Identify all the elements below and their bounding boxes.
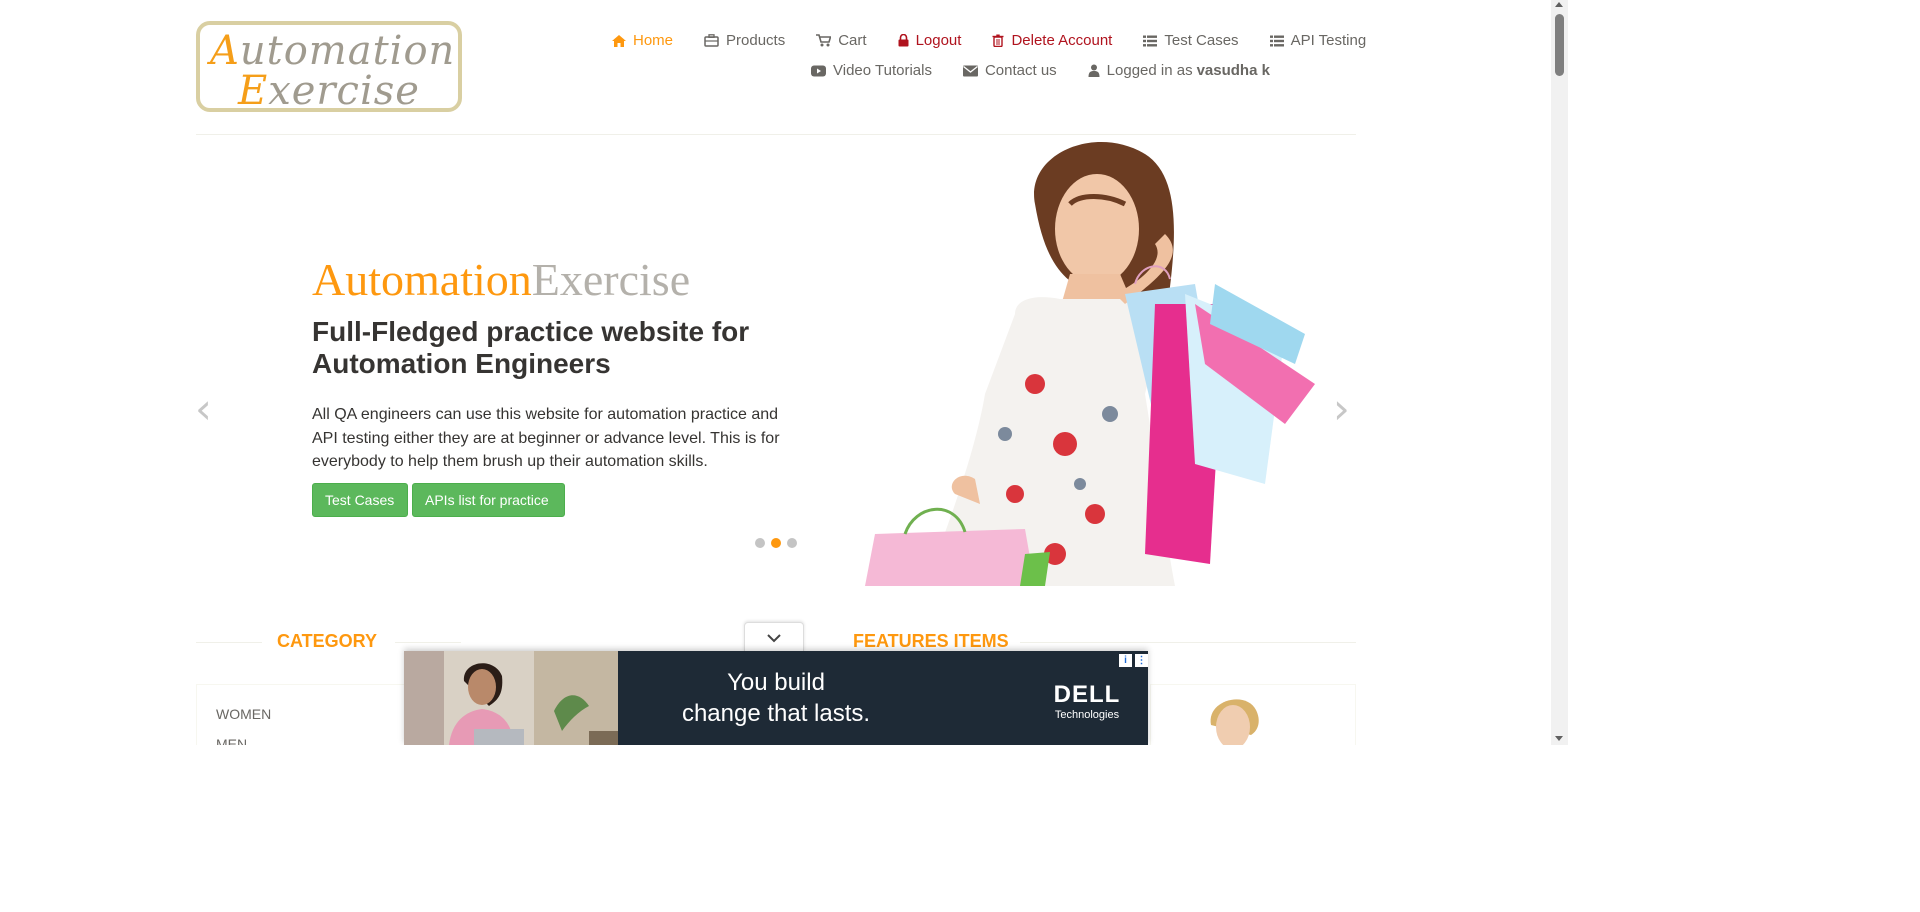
- carousel-dot-1[interactable]: [755, 538, 765, 548]
- ad-brand-logo: DELL Technologies: [1052, 681, 1122, 722]
- page-scrollbar[interactable]: [1551, 0, 1568, 745]
- apis-list-button[interactable]: APIs list for practice: [412, 483, 565, 517]
- nav-logout-label: Logout: [915, 32, 962, 49]
- nav-products[interactable]: Products: [704, 32, 785, 49]
- briefcase-icon: [704, 34, 719, 47]
- carousel-indicators: [755, 538, 797, 548]
- category-title-rule-left: [196, 642, 262, 643]
- hero-brand-title: AutomationExercise: [312, 254, 691, 306]
- nav-video-tutorials-label: Video Tutorials: [833, 62, 932, 79]
- nav-api-testing-label: API Testing: [1290, 32, 1367, 49]
- category-women[interactable]: WOMEN: [216, 706, 271, 722]
- user-icon: [1088, 64, 1100, 77]
- list-icon: [1143, 35, 1158, 47]
- nav-contact-us[interactable]: Contact us: [962, 62, 1057, 79]
- page: Automation Exercise Home Products Cart L…: [0, 0, 1568, 745]
- hero-description: All QA engineers can use this website fo…: [312, 406, 780, 470]
- ad-banner[interactable]: You build change that lasts. DELL Techno…: [404, 651, 1148, 745]
- ad-headline: You build change that lasts.: [618, 667, 934, 729]
- lock-icon: [898, 34, 909, 47]
- list-icon: [1269, 35, 1284, 47]
- envelope-icon: [962, 65, 978, 77]
- site-logo[interactable]: Automation Exercise: [196, 21, 462, 112]
- ad-photo: [404, 651, 618, 745]
- product-card: [1150, 684, 1356, 745]
- carousel-prev-icon[interactable]: ‹: [195, 388, 212, 430]
- hero-brand-part-2: Exercise: [531, 254, 691, 305]
- nav-logged-in-user: Logged in as vasudha k: [1088, 62, 1270, 79]
- logged-in-prefix: Logged in as: [1106, 62, 1193, 79]
- ad-more-icon[interactable]: ⋮: [1135, 654, 1148, 667]
- scroll-thumb[interactable]: [1555, 14, 1564, 76]
- nav-delete-account-label: Delete Account: [1011, 32, 1113, 49]
- youtube-play-icon: [811, 65, 826, 77]
- features-items-title: FEATURES ITEMS: [853, 631, 1009, 651]
- hero-heading: Full-Fledged practice website for Automa…: [312, 316, 750, 379]
- nav-contact-us-label: Contact us: [984, 62, 1057, 79]
- ad-brand-sub: Technologies: [1054, 709, 1120, 721]
- ad-brand-name: DELL: [1053, 681, 1121, 708]
- category-title: CATEGORY: [277, 631, 378, 651]
- category-men[interactable]: MEN: [216, 736, 247, 745]
- test-cases-button[interactable]: Test Cases: [312, 483, 408, 517]
- ad-info-icon[interactable]: i: [1119, 654, 1132, 667]
- cart-icon: [816, 34, 832, 47]
- secondary-nav: Video Tutorials Contact us Logged in as v…: [811, 62, 1301, 79]
- home-icon: [612, 34, 626, 47]
- nav-cart[interactable]: Cart: [816, 32, 867, 49]
- product-image: [1210, 699, 1259, 745]
- logo-line-2: Exercise: [238, 68, 420, 114]
- nav-home-label: Home: [633, 32, 674, 49]
- nav-api-testing[interactable]: API Testing: [1269, 32, 1367, 49]
- ad-headline-line-2: change that lasts.: [681, 700, 871, 727]
- nav-home[interactable]: Home: [612, 32, 673, 49]
- scroll-down-arrow-icon[interactable]: [1555, 736, 1563, 741]
- hero-model-image: [865, 142, 1315, 586]
- ad-collapse-button[interactable]: [744, 622, 804, 652]
- category-title-rule-right: [395, 642, 461, 643]
- scroll-up-arrow-icon[interactable]: [1555, 2, 1563, 7]
- carousel-dot-2[interactable]: [771, 538, 781, 548]
- nav-cart-label: Cart: [838, 32, 867, 49]
- carousel-dot-3[interactable]: [787, 538, 797, 548]
- nav-logout[interactable]: Logout: [898, 32, 962, 49]
- nav-test-cases-label: Test Cases: [1164, 32, 1239, 49]
- ad-controls: i ⋮: [1119, 654, 1148, 667]
- nav-delete-account[interactable]: Delete Account: [992, 32, 1112, 49]
- chevron-down-icon: [767, 633, 781, 642]
- logo-line-1: Automation: [210, 28, 456, 74]
- nav-products-label: Products: [726, 32, 786, 49]
- nav-video-tutorials[interactable]: Video Tutorials: [811, 62, 932, 79]
- logged-in-username: vasudha k: [1196, 62, 1270, 79]
- features-title-rule: [1020, 642, 1356, 643]
- ad-headline-line-1: You build: [727, 669, 825, 696]
- trash-icon: [992, 34, 1004, 47]
- main-nav: Home Products Cart Logout Delete Account: [612, 32, 1397, 49]
- hero-brand-part-1: Automation: [312, 254, 532, 305]
- carousel-next-icon[interactable]: ›: [1333, 388, 1350, 430]
- nav-test-cases[interactable]: Test Cases: [1143, 32, 1239, 49]
